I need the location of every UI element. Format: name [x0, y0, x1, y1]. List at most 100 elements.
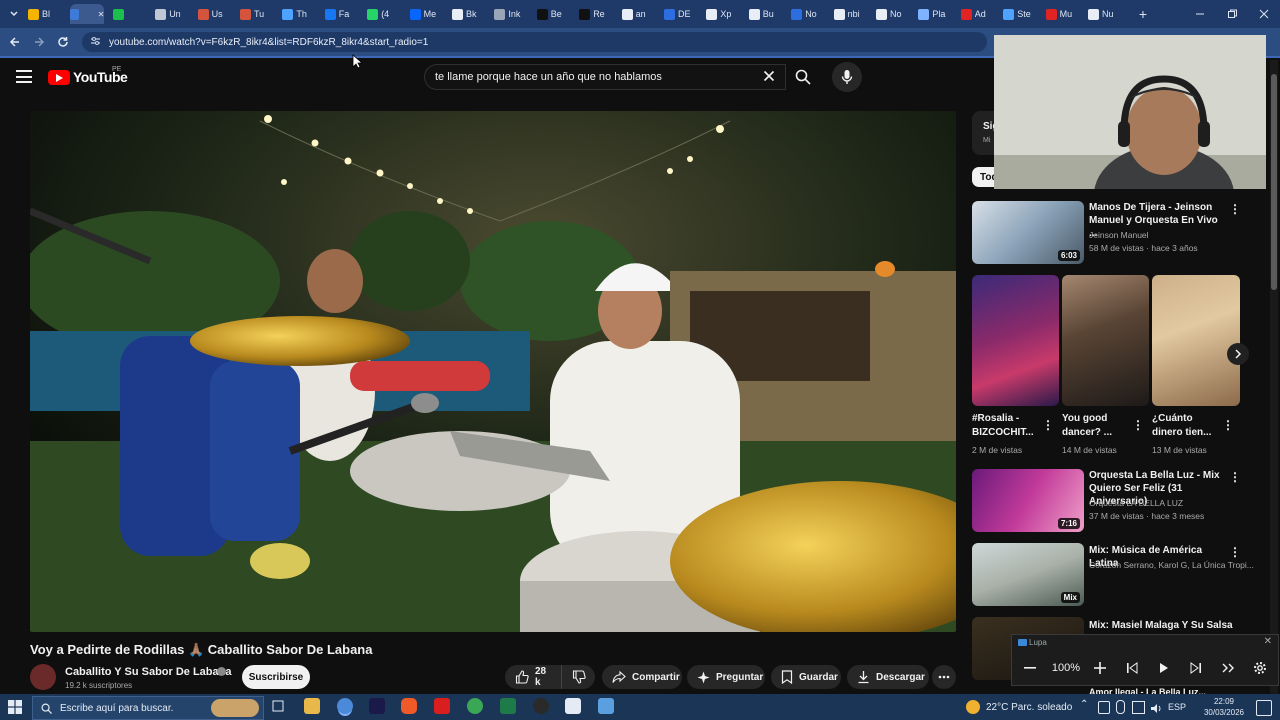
shorts-next-button[interactable]	[1227, 343, 1249, 365]
rec-channel-3[interactable]: Corazón Serrano, Karol G, La Única Tropi…	[1089, 559, 1254, 571]
browser-tab[interactable]: Bl	[28, 4, 60, 24]
start-button[interactable]	[8, 700, 22, 714]
short-thumbnail-3[interactable]	[1152, 275, 1240, 406]
browser-tab[interactable]: Re	[579, 4, 611, 24]
download-button[interactable]: Descargar	[847, 665, 929, 689]
browser-tab[interactable]: Xp	[706, 4, 738, 24]
channel-name[interactable]: Caballito Y Su Sabor De Labana	[65, 666, 231, 678]
browser-tab[interactable]: Un	[155, 4, 187, 24]
rec-thumbnail-1[interactable]: 6:03	[972, 201, 1084, 264]
browser-tab[interactable]: Nu	[1088, 4, 1120, 24]
volume-icon[interactable]	[1150, 701, 1162, 713]
acrobat-icon[interactable]	[434, 698, 450, 714]
browser-tab[interactable]: Tu	[240, 4, 272, 24]
channel-avatar[interactable]	[30, 664, 56, 690]
weather-icon[interactable]	[966, 700, 980, 714]
browser-tab[interactable]: Be	[536, 4, 569, 24]
microphone-icon[interactable]	[1116, 700, 1125, 714]
task-view-button[interactable]	[270, 698, 286, 714]
capcut-icon[interactable]	[533, 698, 549, 714]
close-window-button[interactable]	[1248, 0, 1280, 28]
page-scrollbar[interactable]	[1270, 60, 1278, 694]
browser-tab[interactable]: Us	[197, 4, 230, 24]
chrome-profile-icon[interactable]	[467, 698, 483, 714]
rec-thumbnail-3[interactable]: Mix	[972, 543, 1084, 606]
clear-search-icon[interactable]	[759, 67, 779, 87]
weather-text[interactable]: 22°C Parc. soleado	[986, 702, 1072, 713]
short-thumbnail-1[interactable]	[972, 275, 1059, 406]
short-title-2[interactable]: You good dancer? ...	[1062, 412, 1132, 440]
remote-desktop-icon[interactable]	[598, 698, 614, 714]
more-vertical-icon[interactable]: ⋮	[1229, 545, 1241, 559]
browser-tab[interactable]: (4	[367, 4, 399, 24]
app-icon[interactable]	[565, 698, 581, 714]
short-title-3[interactable]: ¿Cuánto dinero tien...	[1152, 412, 1222, 440]
browser-tab[interactable]: Ad	[960, 4, 993, 24]
browser-tab[interactable]	[112, 4, 145, 24]
more-actions-button[interactable]	[932, 665, 956, 689]
settings-button[interactable]	[1244, 661, 1276, 675]
like-button[interactable]: 28 k	[505, 665, 561, 689]
browser-tab[interactable]: Th	[282, 4, 314, 24]
browser-tab[interactable]: Fa	[324, 4, 357, 24]
browser-tab[interactable]: Mu	[1045, 4, 1078, 24]
magnifier-toolbar[interactable]: Lupa ✕ 100%	[1011, 634, 1279, 686]
close-tab-icon[interactable]: ✕	[98, 10, 105, 19]
reload-button[interactable]	[54, 33, 72, 51]
ask-button[interactable]: Preguntar	[687, 665, 765, 689]
read-from-here-button[interactable]	[1212, 662, 1244, 674]
hamburger-menu-icon[interactable]	[16, 70, 32, 83]
previous-track-button[interactable]	[1116, 662, 1148, 674]
taskbar-search[interactable]: Escribe aquí para buscar.	[32, 696, 264, 720]
url-field[interactable]: youtube.com/watch?v=F6kzR_8ikr4&list=RDF…	[82, 32, 987, 52]
browser-tab[interactable]: Bk	[452, 4, 484, 24]
dislike-button[interactable]	[561, 665, 595, 689]
browser-tab[interactable]: No	[791, 4, 823, 24]
new-tab-button[interactable]: +	[1134, 4, 1152, 24]
more-vertical-icon[interactable]: ⋮	[1229, 470, 1241, 484]
rec-channel-1[interactable]: Jeinson Manuel	[1089, 229, 1149, 241]
browser-tab[interactable]: ✕	[70, 4, 105, 24]
next-track-button[interactable]	[1180, 662, 1212, 674]
browser-tab[interactable]: No	[876, 4, 908, 24]
forward-button[interactable]	[30, 33, 48, 51]
voice-search-button[interactable]	[832, 62, 862, 92]
premiere-icon[interactable]	[369, 698, 385, 714]
subscribe-button[interactable]: Suscribirse	[242, 665, 310, 689]
calculator-icon[interactable]	[500, 698, 516, 714]
video-player[interactable]	[30, 111, 956, 632]
short-title-1[interactable]: #Rosalia - BIZCOCHIT...	[972, 412, 1042, 440]
minimize-button[interactable]	[1184, 0, 1216, 28]
more-vertical-icon[interactable]: ⋮	[1229, 202, 1241, 216]
back-button[interactable]	[6, 33, 24, 51]
browser-tab[interactable]: Ste	[1003, 4, 1035, 24]
play-button[interactable]	[1148, 662, 1180, 674]
tab-list-button[interactable]	[4, 4, 24, 24]
rec-thumbnail-2[interactable]: 7:16	[972, 469, 1084, 532]
browser-tab[interactable]: an	[621, 4, 654, 24]
tray-chevron-icon[interactable]: ⌃	[1080, 699, 1088, 710]
more-vertical-icon[interactable]: ⋮	[1222, 418, 1234, 432]
share-button[interactable]: Compartir	[602, 665, 682, 689]
taskbar-clock[interactable]: 22:09 30/03/2026	[1204, 696, 1244, 718]
rec-channel-2[interactable]: Orquesta LA BELLA LUZ	[1089, 497, 1183, 509]
short-thumbnail-2[interactable]	[1062, 275, 1149, 406]
browser-tab[interactable]: Me	[409, 4, 442, 24]
chrome-icon[interactable]	[337, 698, 353, 714]
display-icon[interactable]	[1132, 701, 1145, 714]
more-vertical-icon[interactable]: ⋮	[1042, 418, 1054, 432]
restore-button[interactable]	[1216, 0, 1248, 28]
file-explorer-icon[interactable]	[304, 698, 320, 714]
language-indicator[interactable]: ESP	[1168, 702, 1186, 712]
browser-tab[interactable]: Bu	[748, 4, 781, 24]
more-vertical-icon[interactable]: ⋮	[1132, 418, 1144, 432]
site-info-icon[interactable]	[90, 36, 101, 49]
scrollbar-thumb[interactable]	[1271, 74, 1277, 290]
save-button[interactable]: Guardar	[771, 665, 841, 689]
brave-icon[interactable]	[401, 698, 417, 714]
zoom-in-button[interactable]	[1084, 662, 1116, 674]
browser-tab[interactable]: DE	[664, 4, 696, 24]
search-button[interactable]	[785, 64, 821, 90]
browser-tab[interactable]: Ink	[494, 4, 526, 24]
search-input[interactable]: te llame porque hace un año que no habla…	[424, 64, 786, 90]
